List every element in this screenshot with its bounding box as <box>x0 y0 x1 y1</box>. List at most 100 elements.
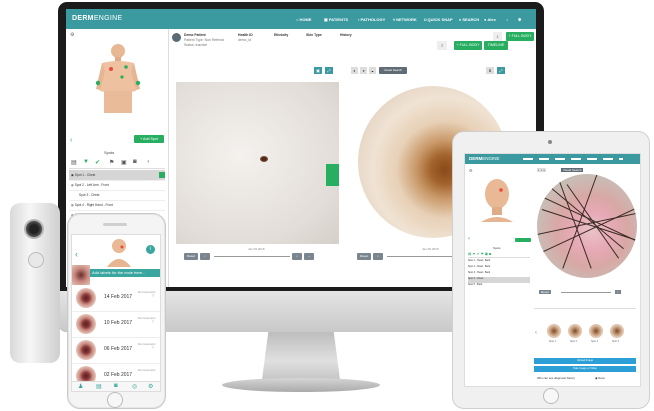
back-arrow-icon[interactable]: ‹ <box>70 137 72 144</box>
zoom-out-right-icon[interactable]: ⌕ <box>373 253 383 260</box>
history-thumb <box>76 340 96 360</box>
ipad-head-map[interactable] <box>477 174 517 222</box>
expand-icon[interactable]: ⤢ <box>325 67 333 74</box>
iphone-screen: ‹ i Add labels for the mole here... 14 F… <box>71 234 161 392</box>
add-spot-button[interactable]: + Add Spot <box>134 135 164 143</box>
history-row-3[interactable]: 06 Feb 2017 Dermoscopic › <box>72 337 160 364</box>
clinical-image[interactable] <box>176 82 339 244</box>
iphone-back-icon[interactable]: ‹ <box>75 249 78 259</box>
iphone-tab-bar: ♟ ▤ ◙ ◎ ⚙ <box>72 381 160 391</box>
camera-icon[interactable]: ◙ <box>133 159 137 165</box>
nav-patients[interactable]: ▣ PATIENTS <box>324 17 348 22</box>
ipad-back-icon[interactable]: ‹ <box>468 236 470 242</box>
info-icon[interactable]: ℹ <box>486 67 494 74</box>
full-body-button[interactable]: + FULL BODY <box>506 32 534 41</box>
reset-right-button[interactable]: Reset <box>357 253 371 260</box>
full-body-button-main[interactable]: + FULL BODY <box>454 41 482 50</box>
mole-spot <box>260 156 268 162</box>
ipad-thumb-4[interactable] <box>610 324 624 338</box>
imac-stand <box>262 332 340 380</box>
ipad-visual-search[interactable]: Visual Search <box>561 168 584 172</box>
visual-search-button[interactable]: Visual Search <box>379 67 407 74</box>
ipad-spot-toolbar[interactable]: ▤ ▼ ✔ ⚑ ▣ ◙ <box>468 252 530 258</box>
reset-left-button[interactable]: Reset <box>184 253 198 260</box>
ipad-nav-items[interactable] <box>523 158 623 160</box>
gear-icon[interactable]: ✱ <box>518 17 521 22</box>
history-thumb <box>76 288 96 308</box>
zoom-slider-left[interactable] <box>214 256 290 257</box>
bell-icon[interactable]: ♪ <box>506 17 508 22</box>
nav-pathology[interactable]: ▪ PATHOLOGY <box>358 17 385 22</box>
ipad-thumb-2[interactable] <box>568 324 582 338</box>
chevron-right-icon: › <box>152 293 154 299</box>
left-image-caption: Jan 09 2018 <box>248 247 265 251</box>
expand-right-icon[interactable]: ⤢ <box>497 67 505 74</box>
ipad-tools[interactable]: ◐ ◑ ◒ <box>537 168 547 172</box>
app-logo[interactable]: DERMENGINE <box>72 15 122 22</box>
ipad-zoom-icon[interactable]: ⌕ <box>615 290 621 294</box>
take-image-button[interactable]: Take Image or Video <box>534 366 636 372</box>
spot-toolbar: ▤ ▼ ✔ ⚑ ▣ ◙ ◐ <box>69 158 165 169</box>
diagnosis-history-answer[interactable]: ◉ None <box>595 376 605 380</box>
dermatoscope-button <box>28 252 44 268</box>
history-row-1[interactable]: 14 Feb 2017 Dermoscopic › <box>72 285 160 312</box>
ipad-settings-icon[interactable]: ⚙ <box>469 168 473 173</box>
photo-icon[interactable]: ▣ <box>121 159 127 166</box>
zoom-out-left-icon[interactable]: ⌕ <box>200 253 210 260</box>
ipad-dermoscopy-view[interactable] <box>537 174 637 278</box>
patient-avatar <box>172 33 181 42</box>
link-left-icon[interactable]: ↔ <box>304 253 314 260</box>
nav-search[interactable]: ⌕ SEARCH <box>459 17 479 22</box>
ipad-zoom-slider[interactable] <box>561 292 611 293</box>
ethnicity-label: Ethnicity <box>274 33 289 37</box>
tool-b-icon[interactable]: ◑ <box>360 67 367 74</box>
ipad-prev-icon[interactable]: ‹ <box>535 330 537 336</box>
iphone-speaker <box>103 223 127 226</box>
nav-network[interactable]: ▿ NETWORK <box>393 17 417 22</box>
check-icon[interactable]: ✔ <box>95 159 100 166</box>
ipad-add-spot-button[interactable] <box>515 238 531 242</box>
history-row-4[interactable]: 02 Feb 2017 Dermoscopic <box>72 363 160 386</box>
ipad-thumb-3[interactable] <box>589 324 603 338</box>
tool-a-icon[interactable]: ◐ <box>351 67 358 74</box>
ipad-screen: DERMENGINE ⚙ ‹ Spots ▤ ▼ ✔ ⚑ ▣ ◙ Spot 1 … <box>464 153 641 387</box>
spots-title: Spots <box>104 150 115 155</box>
doc-icon[interactable]: ▤ <box>96 383 102 390</box>
people-icon[interactable]: ♟ <box>78 383 83 390</box>
tool-c-icon[interactable]: ◒ <box>369 67 376 74</box>
imac-base <box>222 378 380 392</box>
iphone-info-icon[interactable]: i <box>146 245 155 254</box>
upload-image-button[interactable]: Upload Image <box>534 358 636 364</box>
download-icon[interactable]: ⇩ <box>493 32 502 41</box>
list-icon[interactable]: ▤ <box>71 159 77 166</box>
tag-icon[interactable]: ◐ <box>147 159 151 165</box>
chevron-right-icon: › <box>152 345 154 351</box>
iphone-body-map[interactable] <box>104 237 134 267</box>
flag-icon[interactable]: ⚑ <box>109 159 114 166</box>
upload-icon[interactable]: ⇧ <box>437 41 447 50</box>
nav-home[interactable]: ⌂ HOME <box>296 17 312 22</box>
network-icon[interactable]: ◎ <box>132 383 137 390</box>
shirt-icon[interactable]: ▼ <box>83 159 89 165</box>
ipad-reset-button[interactable]: Reset <box>539 290 551 294</box>
body-map[interactable] <box>94 41 142 117</box>
zoom-in-left-icon[interactable]: ⌕ <box>292 253 302 260</box>
timeline-button[interactable]: TIMELINE <box>484 41 508 50</box>
nav-quick-snap[interactable]: ◘ QUICK SNAP <box>424 17 453 22</box>
thumb-label: Spot 4 <box>612 340 619 343</box>
ipad-spot-row-5[interactable]: Spot 5 - Back <box>468 283 530 289</box>
ipad-logo[interactable]: DERMENGINE <box>469 156 500 161</box>
camera-icon[interactable]: ◙ <box>114 383 118 389</box>
health-id-label: Health ID <box>238 33 253 37</box>
label-banner[interactable]: Add labels for the mole here... <box>90 269 160 277</box>
settings-icon[interactable]: ⚙ <box>70 32 74 38</box>
thumb-label: Spot 2 <box>570 340 577 343</box>
compare-icon[interactable]: ▣ <box>314 67 322 74</box>
patient-name[interactable]: Demo Patient <box>184 33 206 37</box>
nav-user[interactable]: ● Alex <box>484 17 496 22</box>
history-row-2[interactable]: 10 Feb 2017 Dermoscopic › <box>72 311 160 338</box>
settings-icon[interactable]: ⚙ <box>148 383 153 390</box>
iphone-current-thumb[interactable] <box>72 265 90 285</box>
ipad-thumb-1[interactable] <box>547 324 561 338</box>
ipad-top-nav: DERMENGINE <box>465 154 640 164</box>
